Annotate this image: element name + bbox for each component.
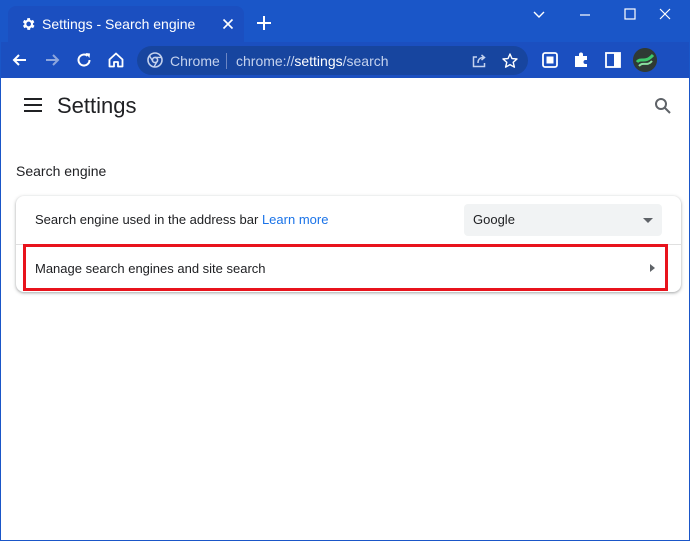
minimize-icon[interactable] — [574, 6, 596, 24]
chrome-logo-icon — [147, 52, 163, 68]
menu-icon[interactable] — [24, 98, 42, 112]
title-bar: Settings - Search engine — [0, 0, 690, 42]
page-title: Settings — [57, 93, 137, 118]
forward-arrow-icon[interactable] — [42, 50, 62, 70]
tab-search-chevron-icon[interactable] — [528, 6, 550, 24]
reload-icon[interactable] — [74, 50, 94, 70]
manage-search-engines-row[interactable]: Manage search engines and site search — [16, 245, 681, 292]
dropdown-arrow-icon — [643, 218, 653, 223]
search-icon[interactable] — [654, 97, 672, 115]
manage-search-engines-label: Manage search engines and site search — [35, 261, 266, 276]
url-scheme: chrome:// — [236, 53, 295, 69]
window-close-icon[interactable] — [654, 6, 676, 24]
address-bar[interactable]: Chrome chrome://settings/search — [137, 46, 528, 75]
back-arrow-icon[interactable] — [10, 50, 30, 70]
home-icon[interactable] — [106, 50, 126, 70]
settings-header: Settings — [0, 78, 690, 134]
section-title: Search engine — [16, 163, 107, 179]
default-search-engine-text: Search engine used in the address bar — [35, 212, 259, 227]
avatar-image-icon — [633, 48, 657, 72]
gear-icon — [22, 18, 35, 30]
new-tab-plus-icon[interactable] — [255, 14, 273, 32]
bookmark-star-icon[interactable] — [501, 52, 519, 70]
share-icon[interactable] — [470, 52, 488, 70]
browser-toolbar: Chrome chrome://settings/search — [0, 42, 690, 78]
tab-capture-icon[interactable] — [540, 50, 560, 70]
chevron-right-icon — [650, 264, 655, 272]
url-path: /search — [342, 53, 389, 69]
close-tab-icon[interactable] — [220, 16, 236, 32]
tab-title: Settings - Search engine — [42, 16, 196, 32]
address-divider — [226, 53, 227, 69]
side-panel-icon[interactable] — [603, 50, 623, 70]
search-engine-card: Search engine used in the address bar Le… — [16, 196, 681, 292]
extensions-puzzle-icon[interactable] — [571, 50, 591, 70]
profile-avatar[interactable] — [633, 48, 657, 72]
learn-more-link[interactable]: Learn more — [262, 212, 328, 227]
maximize-icon[interactable] — [619, 6, 641, 24]
search-engine-select-value: Google — [473, 212, 515, 227]
search-engine-select[interactable]: Google — [464, 204, 662, 236]
tab-settings[interactable]: Settings - Search engine — [8, 6, 244, 42]
site-chip-label: Chrome — [170, 53, 220, 69]
default-search-engine-row: Search engine used in the address bar Le… — [16, 196, 681, 244]
url-host: settings — [294, 53, 343, 69]
url-text[interactable]: chrome://settings/search — [236, 53, 389, 69]
default-search-engine-label: Search engine used in the address bar Le… — [35, 212, 328, 227]
